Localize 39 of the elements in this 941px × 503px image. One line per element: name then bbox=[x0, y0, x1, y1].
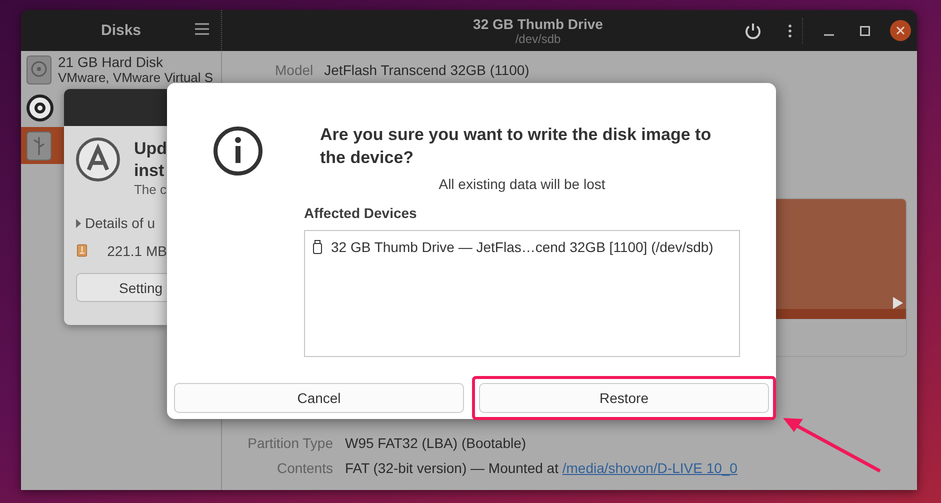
maximize-icon[interactable] bbox=[860, 26, 870, 36]
property-label: Model bbox=[275, 61, 314, 80]
settings-button[interactable]: Setting bbox=[76, 273, 167, 302]
menu-icon[interactable] bbox=[195, 23, 209, 35]
updater-message: The c bbox=[134, 181, 167, 199]
updater-app-icon bbox=[76, 137, 120, 182]
sidebar-title: Disks bbox=[100, 22, 142, 39]
window-subtitle: /dev/sdb bbox=[515, 32, 561, 46]
section-heading: Affected Devices bbox=[304, 204, 418, 222]
info-icon bbox=[213, 126, 263, 176]
property-value: W95 FAT32 (LBA) (Bootable) bbox=[345, 434, 528, 453]
dialog-button[interactable]: Restore bbox=[479, 383, 769, 413]
drive-item[interactable]: 21 GB Hard Disk VMware, VMware Virtual S bbox=[21, 51, 221, 88]
window-title: 32 GB Thumb Drive bbox=[473, 16, 603, 32]
details-label: Details of u bbox=[85, 215, 156, 231]
play-icon bbox=[893, 297, 903, 309]
dialog-title: Are you sure you want to write the disk image to the device? bbox=[319, 124, 712, 169]
disc-icon bbox=[26, 94, 54, 122]
device-item: 32 GB Thumb Drive — JetFlas…cend 32GB [1100] (/dev/sdb) bbox=[331, 239, 714, 255]
drive-detail: VMware, VMware Virtual S bbox=[58, 70, 214, 86]
minimize-icon[interactable] bbox=[824, 32, 834, 36]
updater-heading: Upd bbox=[134, 138, 167, 159]
usb-drive-icon bbox=[26, 130, 52, 160]
power-icon[interactable] bbox=[744, 22, 762, 40]
close-icon[interactable] bbox=[890, 20, 911, 41]
property-label: Contents bbox=[276, 459, 333, 478]
details-expander[interactable]: Details of u bbox=[76, 215, 167, 231]
dialog-button[interactable]: Cancel bbox=[174, 383, 464, 413]
dialog-message: All existing data will be lost bbox=[438, 175, 606, 193]
drive-name: 21 GB Hard Disk bbox=[58, 54, 164, 70]
more-options-icon[interactable] bbox=[788, 24, 792, 38]
expander-icon bbox=[76, 218, 81, 228]
updater-heading: inst bbox=[134, 160, 166, 181]
download-size: 221.1 MB bbox=[107, 242, 167, 258]
property-label: Partition Type bbox=[246, 434, 333, 453]
property-value: FAT (32-bit version) — Mounted at /media/shovon/D-LIVE 10_0 bbox=[345, 459, 738, 478]
thumb-drive-icon bbox=[313, 240, 322, 254]
package-icon bbox=[77, 242, 88, 259]
property-value: JetFlash Transcend 32GB (1100) bbox=[324, 61, 530, 80]
